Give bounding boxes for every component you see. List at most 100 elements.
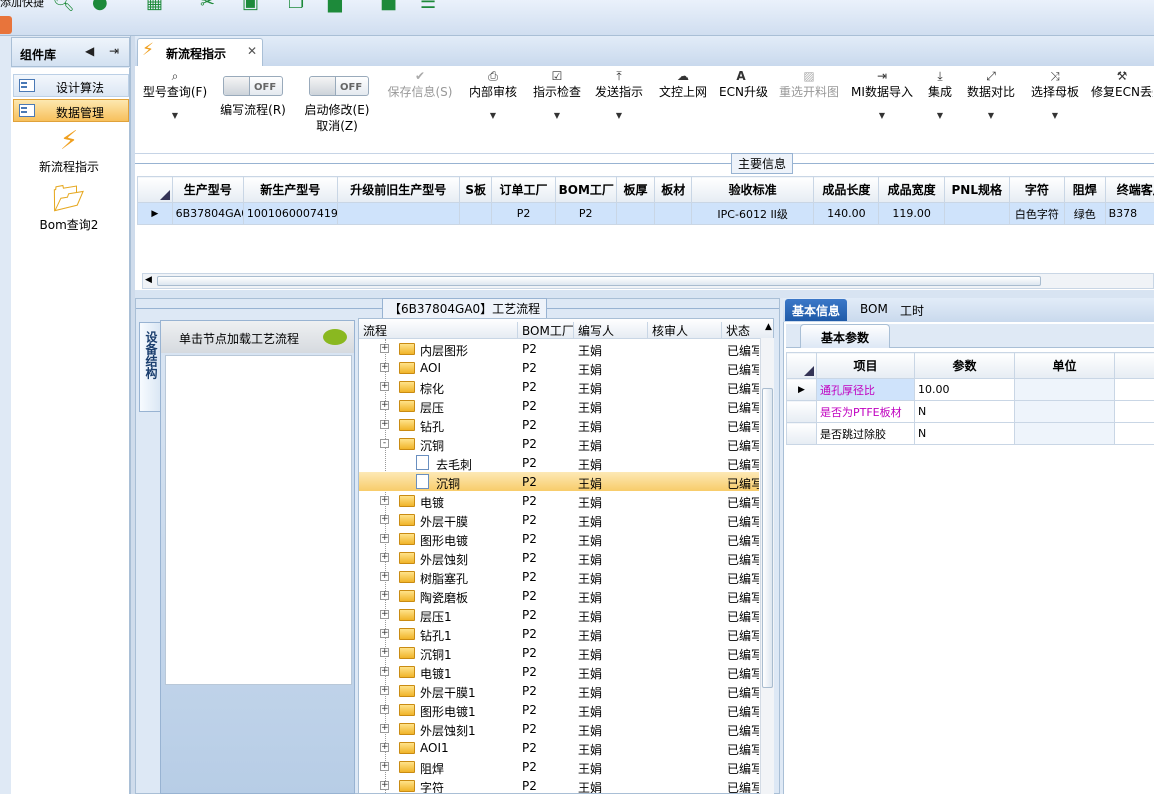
sidebar-item-design-algorithm[interactable]: 设计算法 xyxy=(13,74,129,97)
tree-row[interactable]: + 图形电镀 P2 王娟 已编写 xyxy=(359,529,759,548)
table-cell[interactable]: P2 xyxy=(554,202,617,225)
select-mother-board-button[interactable]: ⤨ 选择母板 ▼ xyxy=(1029,68,1081,124)
expand-toggle-icon[interactable]: + xyxy=(380,686,389,695)
tree-row[interactable]: + 外层蚀刻1 P2 王娟 已编写 xyxy=(359,719,759,738)
table-cell[interactable] xyxy=(943,202,1010,225)
column-header[interactable]: 参数 xyxy=(914,352,1015,379)
tab-new-process[interactable]: ⚡︎ 新流程指示 ✕ xyxy=(137,38,263,66)
shortcut-new-process[interactable]: ⚡︎ 新流程指示 xyxy=(11,126,127,175)
row-header[interactable] xyxy=(786,422,817,445)
expand-toggle-icon[interactable]: + xyxy=(380,344,389,353)
expand-toggle-icon[interactable]: + xyxy=(380,420,389,429)
horizontal-splitter[interactable] xyxy=(135,290,1154,298)
column-header[interactable]: 新生产型号 xyxy=(242,176,338,203)
table-cell[interactable]: 通孔厚径比 xyxy=(816,378,915,401)
table-cell[interactable] xyxy=(1014,400,1115,423)
tree-row[interactable]: + AOI1 P2 王娟 已编写 xyxy=(359,738,759,757)
tree-row[interactable]: + 外层干膜1 P2 王娟 已编写 xyxy=(359,681,759,700)
corner-cell[interactable] xyxy=(137,176,173,203)
copy-icon[interactable]: ❐ xyxy=(288,0,304,13)
table-cell[interactable]: 140.00 xyxy=(813,202,880,225)
node-panel-body[interactable] xyxy=(165,355,352,685)
reselect-cut-drawing-button[interactable]: ▨ 重选开料图 xyxy=(777,68,841,100)
expand-toggle-icon[interactable]: - xyxy=(380,439,389,448)
column-header[interactable]: 核审人 xyxy=(647,322,688,338)
column-header[interactable]: 阻焊 xyxy=(1063,176,1106,203)
tree-row[interactable]: + 沉铜1 P2 王娟 已编写 xyxy=(359,643,759,662)
send-instruction-button[interactable]: ⤒ 发送指示 ▼ xyxy=(593,68,645,124)
chevron-down-icon[interactable]: ▼ xyxy=(1029,108,1081,124)
column-header[interactable]: BOM工厂 xyxy=(517,322,574,338)
column-header[interactable]: 编写人 xyxy=(573,322,614,338)
expand-toggle-icon[interactable]: + xyxy=(380,781,389,790)
doc-online-button[interactable]: ☁ 文控上网 xyxy=(657,68,709,100)
tree-row[interactable]: 沉铜 P2 王娟 已编写 xyxy=(359,472,759,491)
expand-toggle-icon[interactable]: + xyxy=(380,572,389,581)
repair-ecn-button[interactable]: ⚒ 修复ECN丢失 xyxy=(1091,68,1153,100)
tree-row[interactable]: + 外层蚀刻 P2 王娟 已编写 xyxy=(359,548,759,567)
corner-cell[interactable] xyxy=(786,352,817,379)
column-header[interactable]: S板 xyxy=(458,176,493,203)
close-icon[interactable]: ✕ xyxy=(247,44,257,58)
chevron-down-icon[interactable]: ▼ xyxy=(531,108,583,124)
row-header[interactable] xyxy=(786,400,817,423)
table-cell[interactable]: B378 xyxy=(1104,202,1154,225)
internal-review-button[interactable]: ⎙ 内部审核 ▼ xyxy=(467,68,519,124)
expand-toggle-icon[interactable]: + xyxy=(380,553,389,562)
scrollbar-thumb[interactable] xyxy=(157,276,1041,286)
expand-toggle-icon[interactable]: + xyxy=(380,629,389,638)
table-cell[interactable]: N xyxy=(914,422,1015,445)
integrate-button[interactable]: ⤓ 集成 ▼ xyxy=(923,68,957,124)
table-cell[interactable] xyxy=(615,202,656,225)
table-cell[interactable] xyxy=(654,202,693,225)
tab-work-hours[interactable]: 工时 xyxy=(893,299,931,321)
table-row[interactable]: 是否为PTFE板材 N xyxy=(786,400,1154,423)
column-header[interactable]: 升级前旧生产型号 xyxy=(336,176,460,203)
save-info-button[interactable]: ✔ 保存信息(S) xyxy=(385,68,455,100)
table-cell[interactable]: 白色字符 xyxy=(1008,202,1065,225)
expand-toggle-icon[interactable]: + xyxy=(380,591,389,600)
table-cell[interactable] xyxy=(1014,422,1115,445)
table-cell[interactable]: 10010600074192 xyxy=(242,202,338,225)
chevron-down-icon[interactable]: ▼ xyxy=(923,108,957,124)
column-header[interactable]: 流程 xyxy=(359,322,387,338)
quick-add-label[interactable]: 添加快捷 xyxy=(0,0,44,10)
tree-row[interactable]: + 陶瓷磨板 P2 王娟 已编写 xyxy=(359,586,759,605)
chart-icon[interactable]: ▇ xyxy=(328,0,342,13)
table-cell[interactable]: 6B37804GA0 xyxy=(171,202,244,225)
expand-toggle-icon[interactable]: + xyxy=(380,648,389,657)
column-header[interactable]: 验收标准 xyxy=(691,176,815,203)
column-header[interactable]: 字符 xyxy=(1008,176,1065,203)
tree-row[interactable]: + 字符 P2 王娟 已编写 xyxy=(359,776,759,793)
table-cell[interactable] xyxy=(458,202,493,225)
tree-row[interactable]: + AOI P2 王娟 已编写 xyxy=(359,358,759,377)
expand-toggle-icon[interactable]: + xyxy=(380,724,389,733)
tree-row[interactable]: + 外层干膜 P2 王娟 已编写 xyxy=(359,510,759,529)
chevron-down-icon[interactable]: ▼ xyxy=(467,108,519,124)
table-cell[interactable]: P2 xyxy=(491,202,556,225)
tree-row[interactable]: + 电镀1 P2 王娟 已编写 xyxy=(359,662,759,681)
model-query-button[interactable]: ⌕ 型号查询(F) ▼ xyxy=(141,68,209,124)
cancel-label[interactable]: 取消(Z) xyxy=(301,118,373,134)
tool-icon[interactable]: ✂ xyxy=(200,0,215,13)
save-icon[interactable]: ▣ xyxy=(242,0,259,13)
expand-toggle-icon[interactable]: + xyxy=(380,401,389,410)
start-modify-toggle[interactable]: OFF 启动修改(E) 取消(Z) xyxy=(301,76,373,134)
tree-row[interactable]: 去毛刺 P2 王娟 已编写 xyxy=(359,453,759,472)
sidebar-item-data-management[interactable]: 数据管理 xyxy=(13,99,129,122)
toggle-switch[interactable]: OFF xyxy=(309,76,369,96)
report-icon[interactable]: ☰ xyxy=(420,0,436,13)
tree-row[interactable]: + 钻孔1 P2 王娟 已编写 xyxy=(359,624,759,643)
expand-toggle-icon[interactable]: + xyxy=(380,363,389,372)
horizontal-scrollbar[interactable]: ◀ xyxy=(142,273,1154,289)
grid-icon[interactable]: ▦ xyxy=(146,0,163,13)
column-header[interactable]: 板材 xyxy=(654,176,693,203)
column-header[interactable]: 项目 xyxy=(816,352,915,379)
column-header[interactable]: PNL规格 xyxy=(943,176,1010,203)
table-row[interactable]: ▶ 通孔厚径比 10.00 xyxy=(786,378,1154,401)
column-header[interactable]: BOM工厂 xyxy=(554,176,617,203)
tree-row[interactable]: + 树脂塞孔 P2 王娟 已编写 xyxy=(359,567,759,586)
table-row[interactable]: ▶ 6B37804GA0 10010600074192 P2 P2 IPC-60… xyxy=(137,202,1154,225)
column-header[interactable]: 终端客户 xyxy=(1104,176,1154,203)
table-cell[interactable]: 绿色 xyxy=(1063,202,1106,225)
